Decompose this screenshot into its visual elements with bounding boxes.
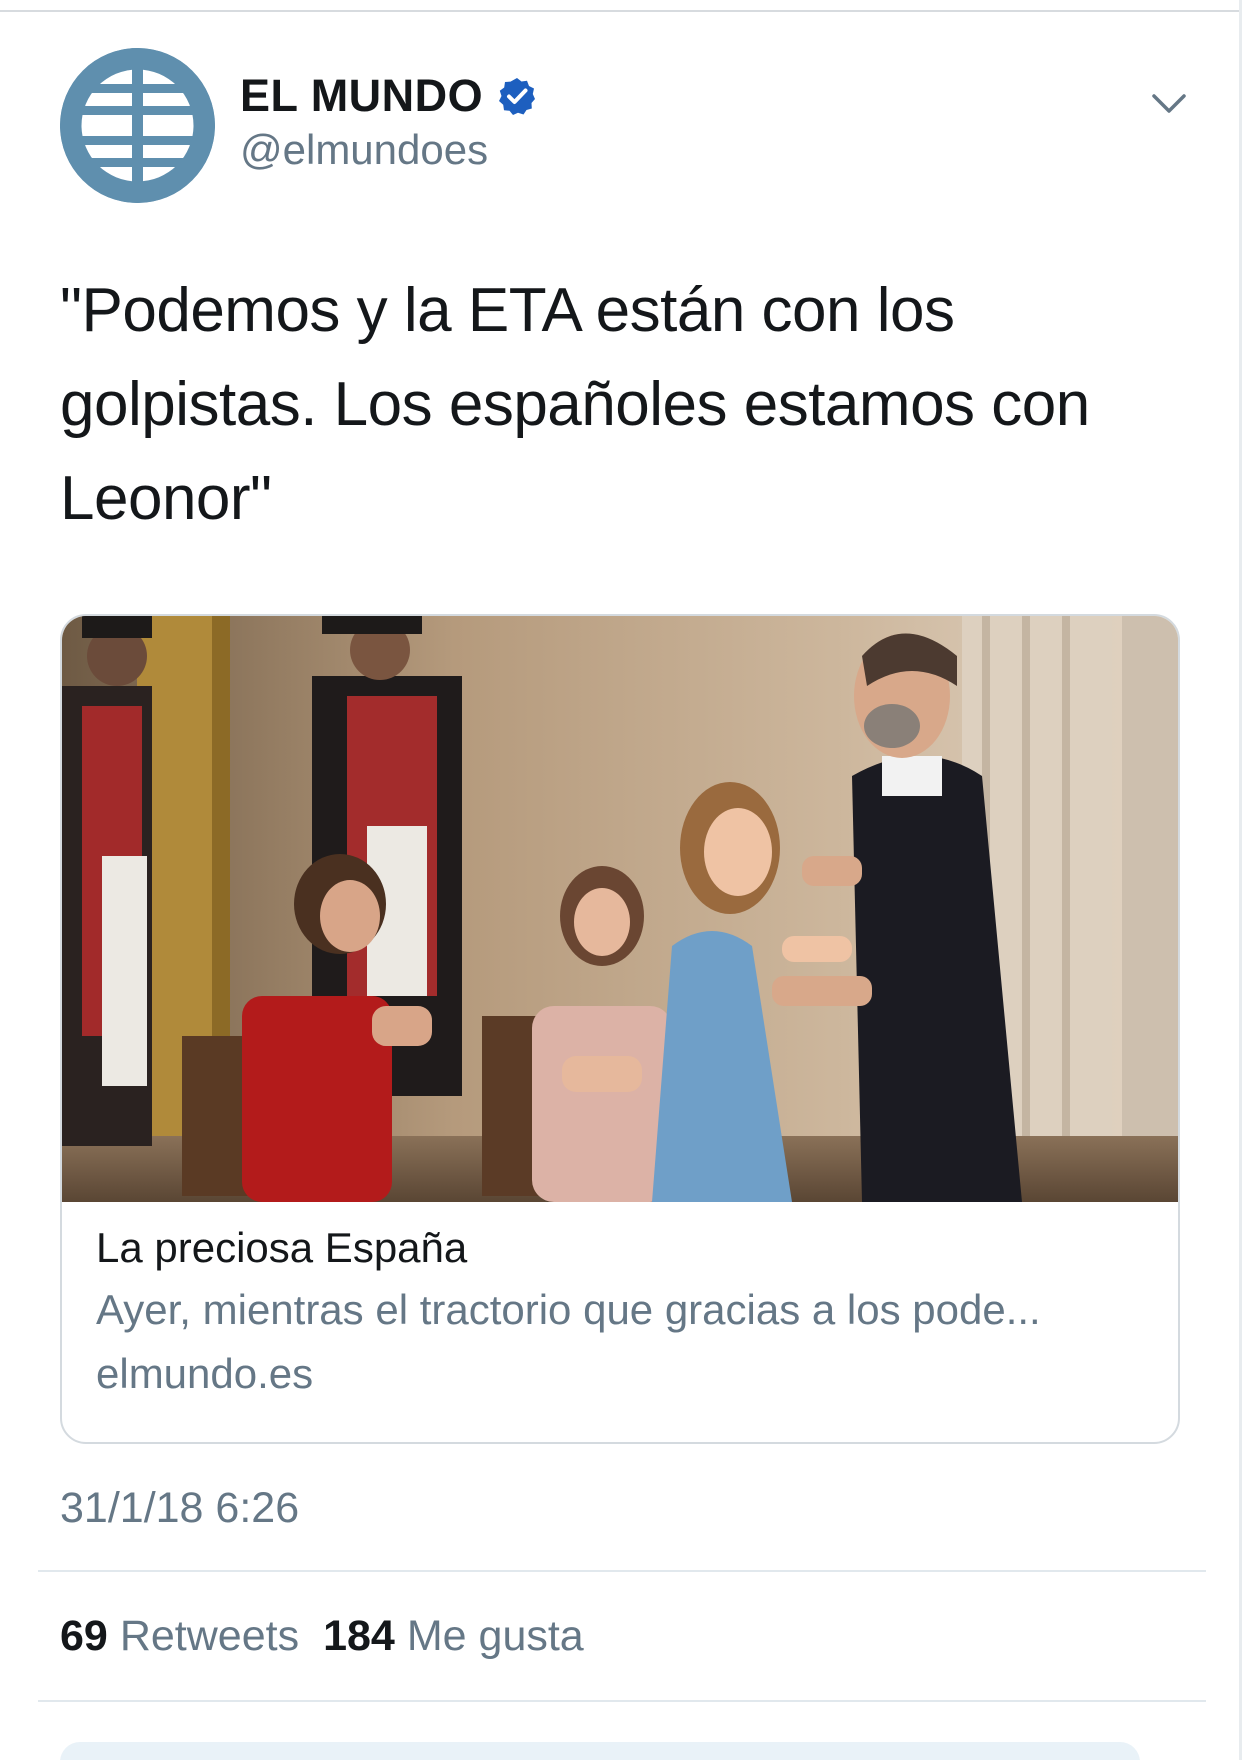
avatar[interactable] — [60, 48, 215, 203]
divider — [38, 1570, 1206, 1572]
account-handle[interactable]: @elmundoes — [240, 126, 488, 174]
link-card[interactable]: La preciosa España Ayer, mientras el tra… — [60, 614, 1180, 1444]
retweets-count[interactable]: 69 — [60, 1612, 108, 1661]
action-bar-partial — [60, 1742, 1140, 1760]
el-mundo-logo-icon — [60, 48, 215, 203]
tweet-text: "Podemos y la ETA están con los golpista… — [60, 264, 1160, 546]
top-divider — [0, 10, 1242, 12]
card-domain[interactable]: elmundo.es — [96, 1350, 313, 1398]
tweet-text-line: Leonor" — [60, 464, 272, 533]
tweet-text-line: golpistas. Los españoles estamos con — [60, 370, 1090, 439]
tweet-timestamp[interactable]: 31/1/18 6:26 — [60, 1484, 299, 1533]
retweets-label[interactable]: Retweets — [120, 1612, 299, 1661]
tweet-text-line: "Podemos y la ETA están con los — [60, 276, 955, 345]
likes-count[interactable]: 184 — [323, 1612, 395, 1661]
tweet-stats: 69 Retweets 184 Me gusta — [60, 1612, 584, 1661]
likes-label[interactable]: Me gusta — [407, 1612, 584, 1661]
divider — [38, 1700, 1206, 1702]
card-photo — [62, 616, 1178, 1202]
chevron-down-icon[interactable] — [1148, 82, 1190, 124]
card-title[interactable]: La preciosa España — [96, 1224, 467, 1272]
card-image[interactable] — [62, 616, 1178, 1202]
display-name[interactable]: EL MUNDO — [240, 70, 483, 122]
tweet-page: EL MUNDO @elmundoes "Podemos y la ETA es… — [0, 0, 1242, 1760]
card-description: Ayer, mientras el tractorio que gracias … — [96, 1286, 1041, 1333]
verified-badge-icon — [499, 78, 536, 115]
author-name-row[interactable]: EL MUNDO — [240, 70, 537, 122]
